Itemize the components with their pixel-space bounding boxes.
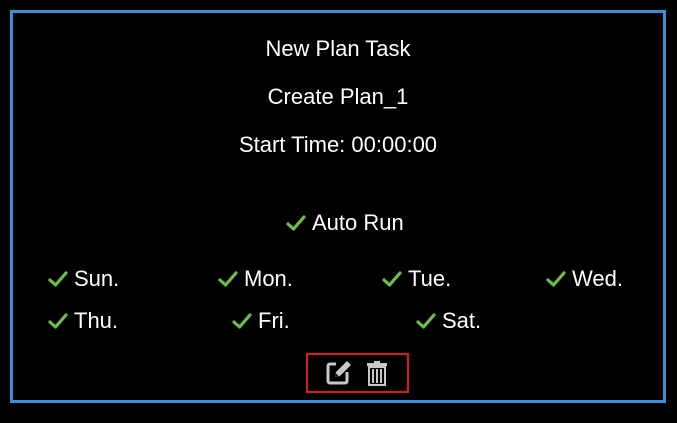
plan-start-time: Start Time: 00:00:00: [238, 132, 438, 157]
check-icon: [286, 213, 306, 233]
day-checkbox-sat[interactable]: Sat.: [416, 308, 481, 334]
edit-icon: [326, 361, 351, 385]
day-checkbox-sun[interactable]: Sun.: [48, 266, 119, 292]
day-checkbox-fri[interactable]: Fri.: [232, 308, 290, 334]
day-label-fri: Fri.: [258, 308, 290, 333]
day-label-thu: Thu.: [74, 308, 119, 333]
auto-run-label: Auto Run: [312, 210, 404, 235]
delete-button[interactable]: [361, 357, 393, 389]
trash-icon: [366, 361, 387, 386]
auto-run-checkbox[interactable]: Auto Run: [286, 210, 404, 236]
check-icon: [232, 311, 252, 331]
plan-task-panel: New Plan Task Create Plan_1 Start Time: …: [10, 10, 666, 403]
day-label-mon: Mon.: [244, 266, 293, 291]
day-checkbox-thu[interactable]: Thu.: [48, 308, 118, 334]
edit-button[interactable]: [323, 357, 355, 389]
day-label-sun: Sun.: [74, 266, 120, 291]
check-icon: [218, 269, 238, 289]
check-icon: [416, 311, 436, 331]
plan-name: Create Plan_1: [267, 84, 409, 109]
day-label-wed: Wed.: [572, 266, 623, 291]
check-icon: [48, 269, 68, 289]
plan-actions: [306, 353, 409, 393]
check-icon: [382, 269, 402, 289]
day-label-sat: Sat.: [442, 308, 482, 333]
day-checkbox-wed[interactable]: Wed.: [546, 266, 623, 292]
day-checkbox-tue[interactable]: Tue.: [382, 266, 451, 292]
check-icon: [48, 311, 68, 331]
check-icon: [546, 269, 566, 289]
day-checkbox-mon[interactable]: Mon.: [218, 266, 293, 292]
panel-heading: New Plan Task: [265, 36, 411, 61]
day-label-tue: Tue.: [408, 266, 452, 291]
